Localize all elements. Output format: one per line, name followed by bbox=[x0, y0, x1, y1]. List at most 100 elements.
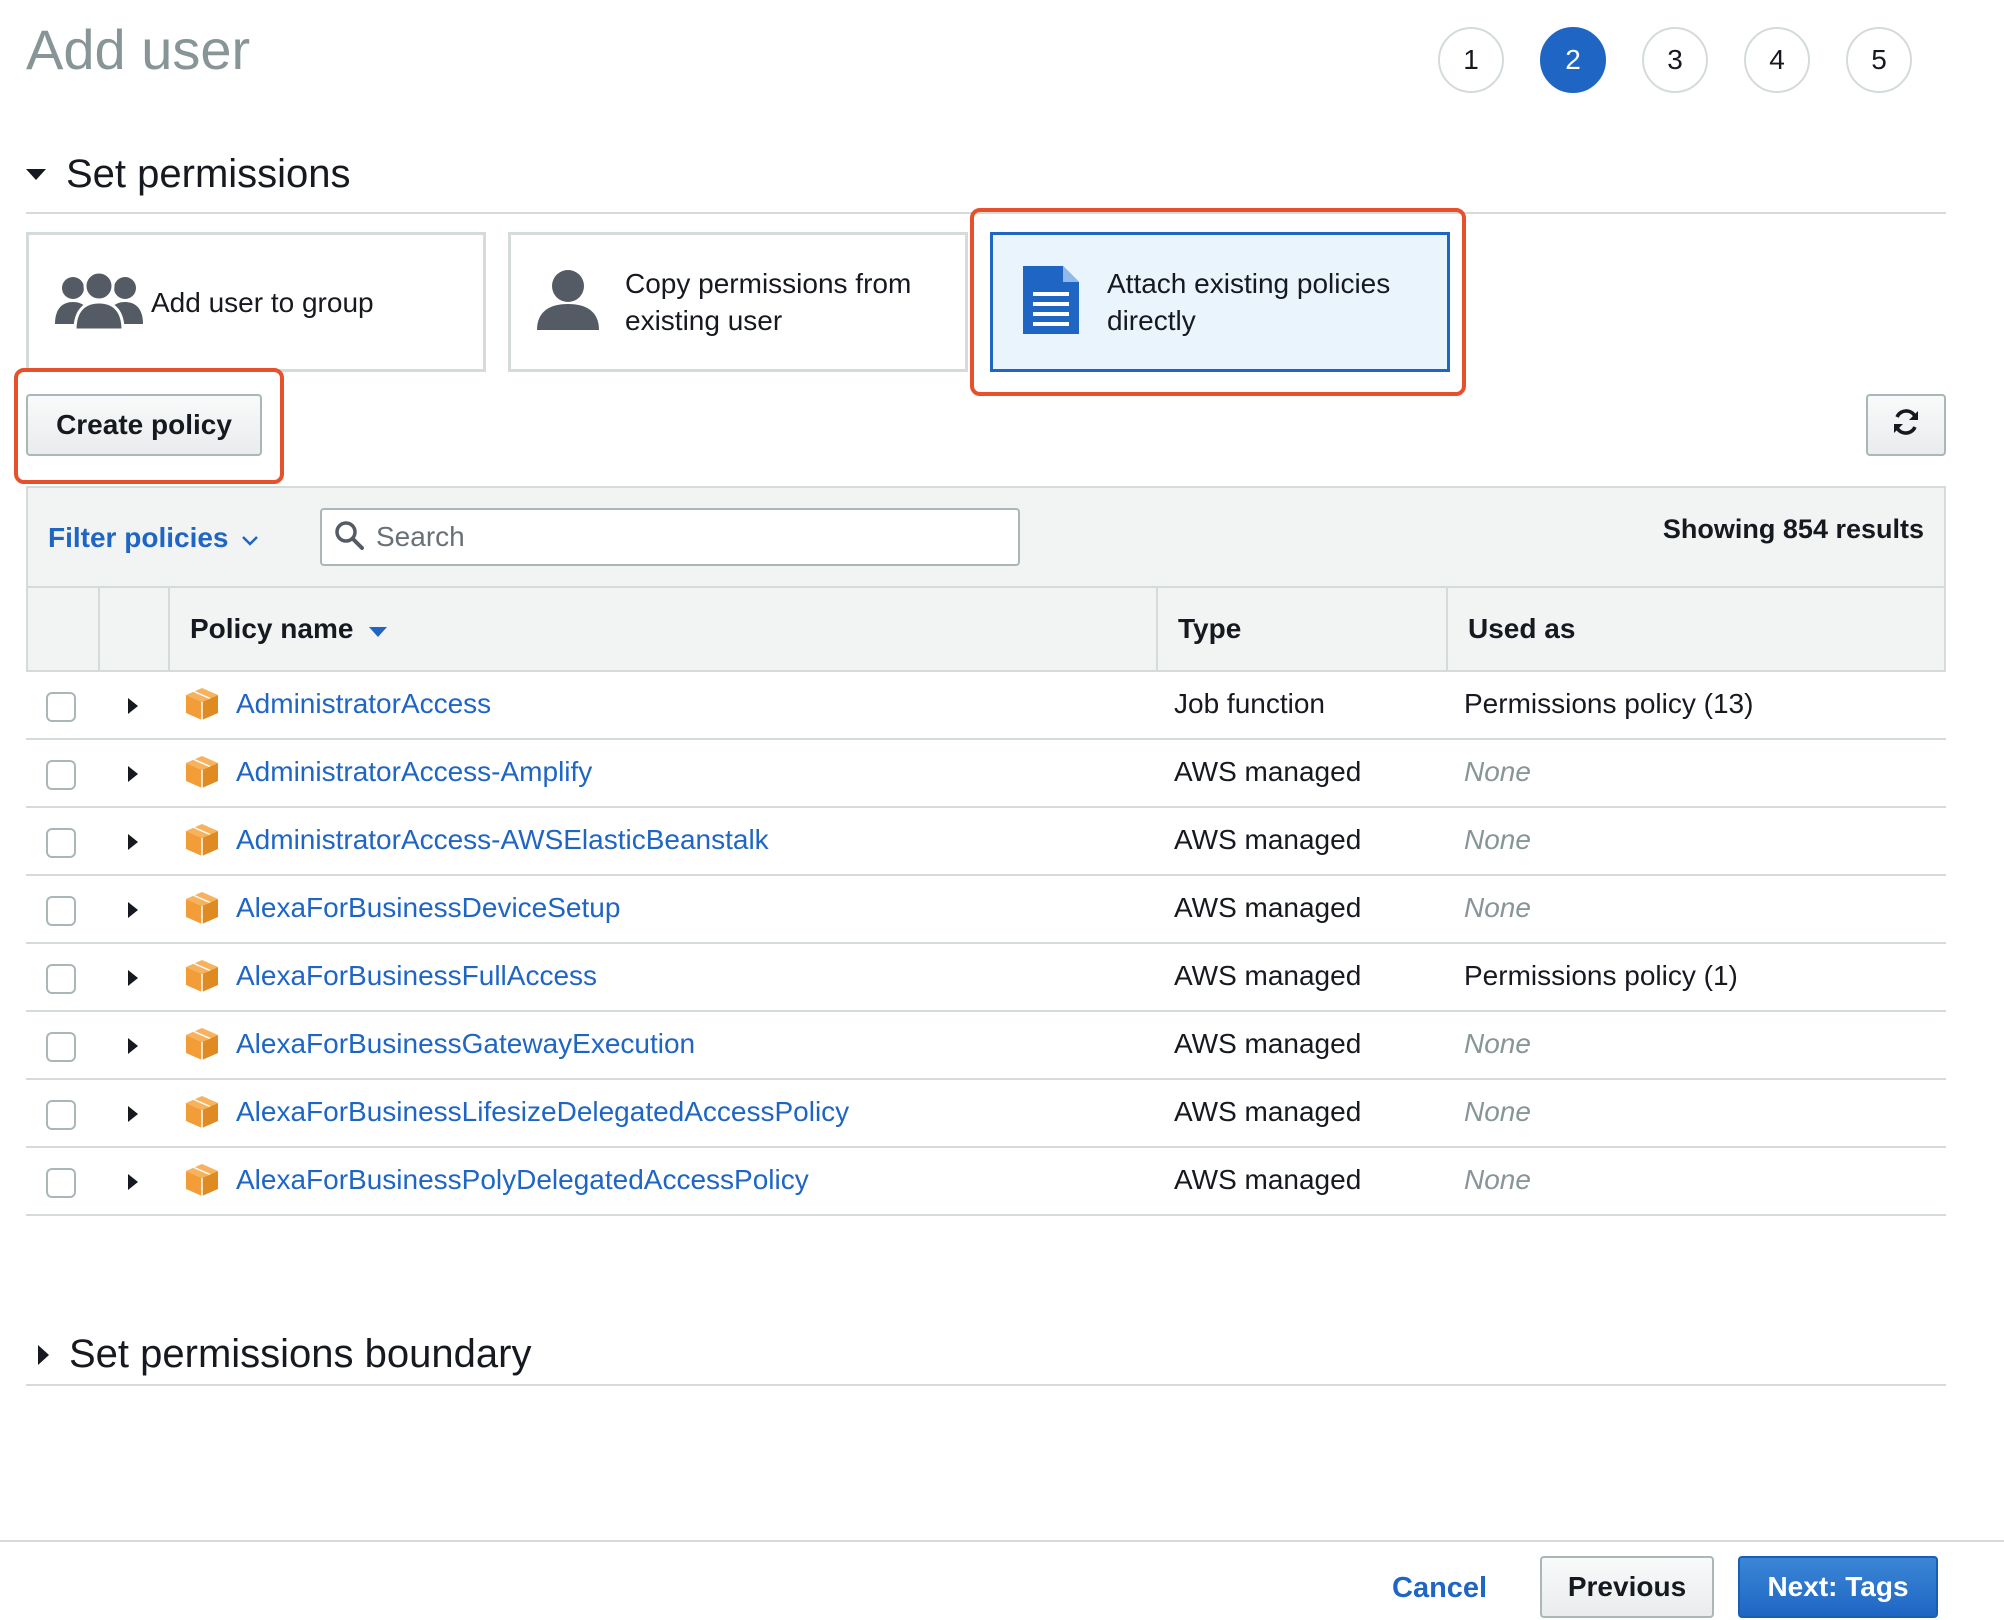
policy-used-as: None bbox=[1464, 824, 1531, 855]
highlight-box bbox=[14, 368, 284, 484]
package-icon bbox=[184, 822, 220, 863]
policy-type: AWS managed bbox=[1174, 756, 1362, 787]
search-icon bbox=[334, 520, 364, 555]
column-label: Policy name bbox=[190, 613, 354, 644]
table-row[interactable]: AlexaForBusinessLifesizeDelegatedAccessP… bbox=[26, 1080, 1946, 1148]
policy-type: AWS managed bbox=[1174, 892, 1362, 923]
policy-name-link[interactable]: AdministratorAccess bbox=[236, 688, 491, 720]
next-tags-button[interactable]: Next: Tags bbox=[1738, 1556, 1938, 1618]
filter-label: Filter policies bbox=[48, 522, 229, 553]
policy-used-as: None bbox=[1464, 1096, 1531, 1127]
table-row[interactable]: AlexaForBusinessPolyDelegatedAccessPolic… bbox=[26, 1148, 1946, 1216]
policies-table: Policy name Type Used as AdministratorAc… bbox=[26, 588, 1946, 1216]
results-count: Showing 854 results bbox=[1662, 514, 1924, 544]
user-icon bbox=[535, 268, 601, 337]
set-permissions-boundary-header[interactable]: Set permissions boundary bbox=[26, 1332, 1946, 1377]
policy-name-link[interactable]: AlexaForBusinessDeviceSetup bbox=[236, 892, 620, 924]
option-label: Add user to group bbox=[151, 286, 374, 318]
expand-row-icon[interactable] bbox=[128, 1106, 138, 1122]
highlight-box bbox=[970, 208, 1466, 396]
policy-type: Job function bbox=[1174, 688, 1325, 719]
step-2[interactable]: 2 bbox=[1540, 27, 1606, 93]
caret-down-icon bbox=[26, 169, 46, 180]
cancel-button[interactable]: Cancel bbox=[1392, 1572, 1487, 1605]
step-5[interactable]: 5 bbox=[1846, 27, 1912, 93]
table-body: AdministratorAccess Job function Permissio… bbox=[26, 672, 1946, 1216]
policy-used-as: None bbox=[1464, 756, 1531, 787]
policy-used-as: None bbox=[1464, 1164, 1531, 1195]
expand-row-icon[interactable] bbox=[128, 834, 138, 850]
chevron-down-icon bbox=[241, 522, 259, 554]
policy-used-as: None bbox=[1464, 1028, 1531, 1059]
table-row[interactable]: AlexaForBusinessFullAccess AWS managed Per… bbox=[26, 944, 1946, 1012]
table-row[interactable]: AdministratorAccess-Amplify AWS managed No… bbox=[26, 740, 1946, 808]
column-type[interactable]: Type bbox=[1178, 588, 1241, 670]
policy-type: AWS managed bbox=[1174, 824, 1362, 855]
package-icon bbox=[184, 958, 220, 999]
policy-used-as: Permissions policy (13) bbox=[1464, 688, 1754, 719]
policy-name-link[interactable]: AdministratorAccess-AWSElasticBeanstalk bbox=[236, 824, 769, 856]
expand-row-icon[interactable] bbox=[128, 698, 138, 714]
caret-right-icon bbox=[38, 1344, 49, 1365]
option-copy-permissions[interactable]: Copy permissions from existing user bbox=[508, 232, 968, 372]
row-checkbox[interactable] bbox=[46, 964, 76, 994]
add-user-page: Add user 1 2 3 4 5 Set permissions Add u… bbox=[0, 0, 2004, 1620]
table-row[interactable]: AdministratorAccess-AWSElasticBeanstalk A… bbox=[26, 808, 1946, 876]
option-add-user-to-group[interactable]: Add user to group bbox=[26, 232, 486, 372]
package-icon bbox=[184, 1162, 220, 1203]
step-3[interactable]: 3 bbox=[1642, 27, 1708, 93]
column-divider bbox=[98, 588, 100, 670]
policy-name-link[interactable]: AlexaForBusinessFullAccess bbox=[236, 960, 597, 992]
policy-type: AWS managed bbox=[1174, 1028, 1362, 1059]
filter-policies-dropdown[interactable]: Filter policies bbox=[48, 522, 259, 554]
policy-type: AWS managed bbox=[1174, 1096, 1362, 1127]
divider bbox=[26, 1384, 1946, 1386]
row-checkbox[interactable] bbox=[46, 1032, 76, 1062]
column-divider bbox=[168, 588, 170, 670]
table-row[interactable]: AlexaForBusinessDeviceSetup AWS managed No… bbox=[26, 876, 1946, 944]
row-checkbox[interactable] bbox=[46, 828, 76, 858]
row-checkbox[interactable] bbox=[46, 1168, 76, 1198]
expand-row-icon[interactable] bbox=[128, 1038, 138, 1054]
column-divider bbox=[1446, 588, 1448, 670]
policy-name-link[interactable]: AdministratorAccess-Amplify bbox=[236, 756, 592, 788]
policy-type: AWS managed bbox=[1174, 1164, 1362, 1195]
column-used-as[interactable]: Used as bbox=[1468, 588, 1575, 670]
row-checkbox[interactable] bbox=[46, 760, 76, 790]
package-icon bbox=[184, 1026, 220, 1067]
expand-row-icon[interactable] bbox=[128, 902, 138, 918]
search-input[interactable] bbox=[374, 520, 998, 554]
wizard-steps: 1 2 3 4 5 bbox=[1438, 27, 1912, 93]
group-icon bbox=[53, 268, 145, 337]
row-checkbox[interactable] bbox=[46, 896, 76, 926]
expand-row-icon[interactable] bbox=[128, 766, 138, 782]
section-title: Set permissions bbox=[66, 152, 351, 196]
package-icon bbox=[184, 1094, 220, 1135]
option-label: Copy permissions from existing user bbox=[625, 268, 912, 336]
row-checkbox[interactable] bbox=[46, 1100, 76, 1130]
refresh-button[interactable] bbox=[1866, 394, 1946, 456]
policy-name-link[interactable]: AlexaForBusinessGatewayExecution bbox=[236, 1028, 695, 1060]
policy-type: AWS managed bbox=[1174, 960, 1362, 991]
column-policy-name[interactable]: Policy name bbox=[190, 588, 388, 670]
sort-down-icon bbox=[369, 613, 388, 645]
previous-button[interactable]: Previous bbox=[1540, 1556, 1714, 1618]
policy-used-as: Permissions policy (1) bbox=[1464, 960, 1738, 991]
step-1[interactable]: 1 bbox=[1438, 27, 1504, 93]
policy-name-link[interactable]: AlexaForBusinessPolyDelegatedAccessPolic… bbox=[236, 1164, 809, 1196]
page-title: Add user bbox=[26, 18, 251, 81]
table-row[interactable]: AlexaForBusinessGatewayExecution AWS mana… bbox=[26, 1012, 1946, 1080]
step-4[interactable]: 4 bbox=[1744, 27, 1810, 93]
section-title: Set permissions boundary bbox=[69, 1332, 532, 1376]
table-header: Policy name Type Used as bbox=[26, 588, 1946, 672]
package-icon bbox=[184, 754, 220, 795]
row-checkbox[interactable] bbox=[46, 692, 76, 722]
column-divider bbox=[1156, 588, 1158, 670]
policy-name-link[interactable]: AlexaForBusinessLifesizeDelegatedAccessP… bbox=[236, 1096, 849, 1128]
expand-row-icon[interactable] bbox=[128, 1174, 138, 1190]
package-icon bbox=[184, 686, 220, 727]
table-row[interactable]: AdministratorAccess Job function Permissio… bbox=[26, 672, 1946, 740]
set-permissions-header[interactable]: Set permissions bbox=[26, 152, 1946, 197]
policy-used-as: None bbox=[1464, 892, 1531, 923]
expand-row-icon[interactable] bbox=[128, 970, 138, 986]
